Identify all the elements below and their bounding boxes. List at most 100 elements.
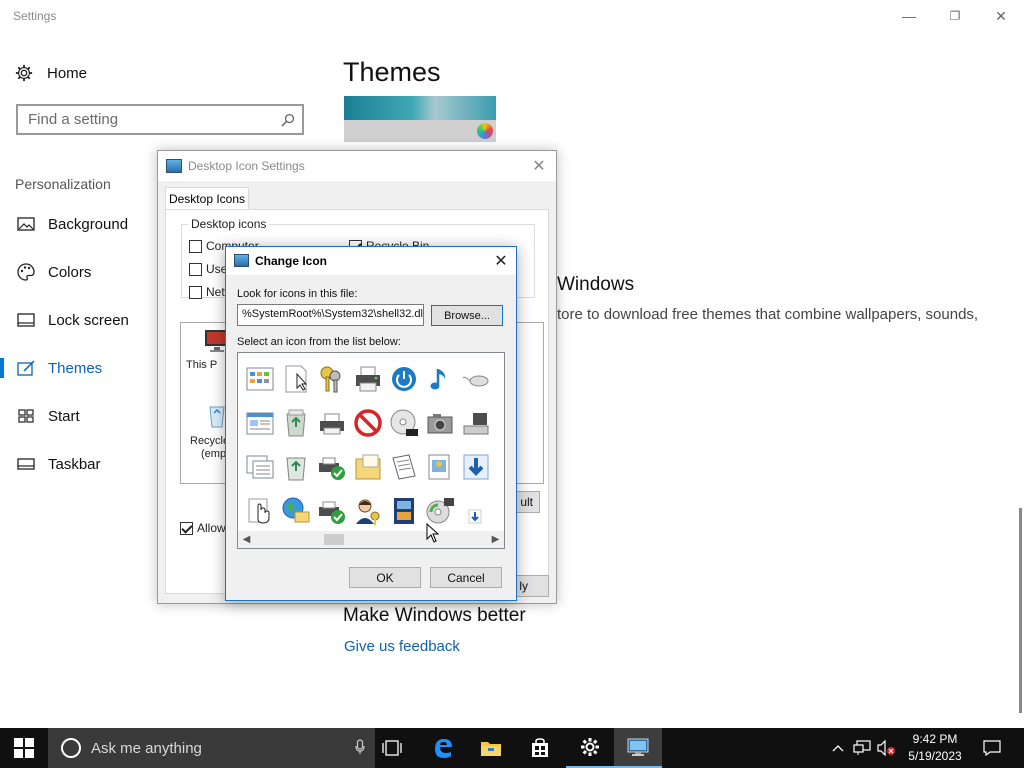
scrollbar-thumb[interactable] <box>324 534 344 545</box>
themes-icon <box>16 360 36 376</box>
icon-folder-note[interactable] <box>350 445 386 489</box>
dialog-title: Change Icon <box>255 254 328 268</box>
icon-grid <box>242 357 504 533</box>
taskbar-search[interactable]: Ask me anything <box>48 728 375 768</box>
icon-folder-partial[interactable] <box>494 401 504 445</box>
icon-image-document[interactable] <box>422 445 458 489</box>
icon-recycle-bin-full[interactable] <box>278 401 314 445</box>
network-icon[interactable] <box>850 728 874 768</box>
settings-app-icon[interactable] <box>566 728 614 768</box>
start-icon <box>16 409 36 423</box>
sidebar-item-label: Themes <box>48 359 103 377</box>
icon-document-pen[interactable] <box>386 445 422 489</box>
dialog-title-bar: Change Icon ✕ <box>226 247 516 275</box>
sidebar-item-label: Background <box>48 215 129 233</box>
palette-icon <box>16 263 36 281</box>
group-label: Desktop icons <box>188 217 270 231</box>
icon-keys[interactable] <box>314 357 350 401</box>
monitor-icon <box>166 159 182 173</box>
notification-icon[interactable] <box>980 728 1004 768</box>
task-view-icon[interactable] <box>368 728 416 768</box>
close-icon[interactable]: ✕ <box>490 250 512 272</box>
make-windows-better-heading: Make Windows better <box>343 605 526 626</box>
setting-search[interactable] <box>16 104 304 135</box>
select-icon-label: Select an icon from the list below: <box>237 336 401 348</box>
gear-icon <box>14 63 34 83</box>
browse-button[interactable]: Browse... <box>431 305 503 326</box>
icon-power[interactable] <box>386 357 422 401</box>
icon-music-note[interactable] <box>422 357 458 401</box>
icon-printer-check[interactable] <box>314 445 350 489</box>
icon-file-list[interactable] <box>242 357 278 401</box>
change-icon-dialog: Change Icon ✕ Look for icons in this fil… <box>225 246 517 601</box>
store-icon[interactable] <box>516 728 564 768</box>
close-icon[interactable]: ✕ <box>528 155 550 177</box>
nav-home-label: Home <box>47 64 88 82</box>
icon-user-key[interactable] <box>350 489 386 533</box>
cortana-icon <box>61 738 81 758</box>
close-button[interactable]: ✕ <box>978 0 1024 32</box>
theme-preview[interactable] <box>344 96 496 142</box>
icon-camera[interactable] <box>422 401 458 445</box>
icon-list-scrollbar[interactable]: ◀ ▶ <box>238 531 504 548</box>
feedback-link[interactable]: Give us feedback <box>344 638 460 655</box>
clock-date: 5/19/2023 <box>908 749 962 763</box>
icon-mouse[interactable] <box>458 357 494 401</box>
icon-dvd[interactable] <box>386 401 422 445</box>
recycle-bin-label: Recycle <box>190 435 230 447</box>
sidebar-item-label: Start <box>48 407 80 425</box>
start-button[interactable] <box>0 728 48 768</box>
sidebar-item-label: Taskbar <box>48 455 101 473</box>
lock-screen-icon <box>16 313 36 327</box>
page-scrollbar[interactable] <box>1019 508 1022 713</box>
icon-printer-2[interactable] <box>314 401 350 445</box>
icon-folder-partial-3[interactable] <box>494 489 504 533</box>
dialog-title-bar: Desktop Icon Settings ✕ <box>158 151 556 181</box>
taskbar-search-placeholder: Ask me anything <box>91 739 202 757</box>
monitor-icon <box>234 254 249 267</box>
minimize-button[interactable]: — <box>886 0 932 32</box>
app-title: Settings <box>13 9 57 23</box>
icon-prohibited[interactable] <box>350 401 386 445</box>
icon-keyboard-partial[interactable] <box>494 357 504 401</box>
icon-folder-partial-2[interactable] <box>494 445 504 489</box>
icon-document-pointer[interactable] <box>278 357 314 401</box>
page-title: Themes <box>343 57 441 87</box>
color-wheel-icon <box>477 123 493 139</box>
cancel-button[interactable]: Cancel <box>430 567 502 588</box>
search-icon[interactable] <box>274 106 302 133</box>
section-personalization: Personalization <box>15 176 111 192</box>
icon-hand-pointer[interactable] <box>242 489 278 533</box>
file-explorer-icon[interactable] <box>467 728 515 768</box>
icon-printer[interactable] <box>350 357 386 401</box>
scroll-left-icon[interactable]: ◀ <box>238 531 255 548</box>
ok-button[interactable]: OK <box>349 567 421 588</box>
search-input[interactable] <box>18 111 274 128</box>
icon-globe-network[interactable] <box>278 489 314 533</box>
look-for-label: Look for icons in this file: <box>237 288 358 300</box>
nav-home[interactable]: Home <box>14 62 87 84</box>
icon-list[interactable]: ◀ ▶ <box>237 352 505 549</box>
icon-download-arrow[interactable] <box>458 445 494 489</box>
clock[interactable]: 9:42 PM 5/19/2023 <box>893 731 977 765</box>
clock-time: 9:42 PM <box>912 732 958 746</box>
desktop-icon-settings-taskbar-icon[interactable] <box>614 728 662 768</box>
icon-file-path-field[interactable]: %SystemRoot%\System32\shell32.dll <box>237 304 424 326</box>
mouse-cursor-icon <box>426 523 440 543</box>
maximize-button[interactable]: ❐ <box>932 0 978 32</box>
icon-windows-stack[interactable] <box>242 445 278 489</box>
icon-printer-check-2[interactable] <box>314 489 350 533</box>
taskbar: Ask me anything 9:42 PM 5/19/2023 <box>0 728 1024 768</box>
icon-film-strip[interactable] <box>386 489 422 533</box>
sidebar-item-label: Colors <box>48 263 92 281</box>
icon-recycle-bin-empty[interactable] <box>278 445 314 489</box>
icon-window-list[interactable] <box>242 401 278 445</box>
edge-icon[interactable] <box>419 728 467 768</box>
title-bar: Settings — ❐ ✕ <box>0 0 1024 32</box>
this-pc-label: This P <box>186 359 218 371</box>
tab-desktop-icons[interactable]: Desktop Icons <box>165 187 249 210</box>
scroll-right-icon[interactable]: ▶ <box>487 531 504 548</box>
icon-drive[interactable] <box>458 401 494 445</box>
icon-download-small[interactable] <box>458 489 494 533</box>
chevron-up-icon[interactable] <box>828 728 848 768</box>
